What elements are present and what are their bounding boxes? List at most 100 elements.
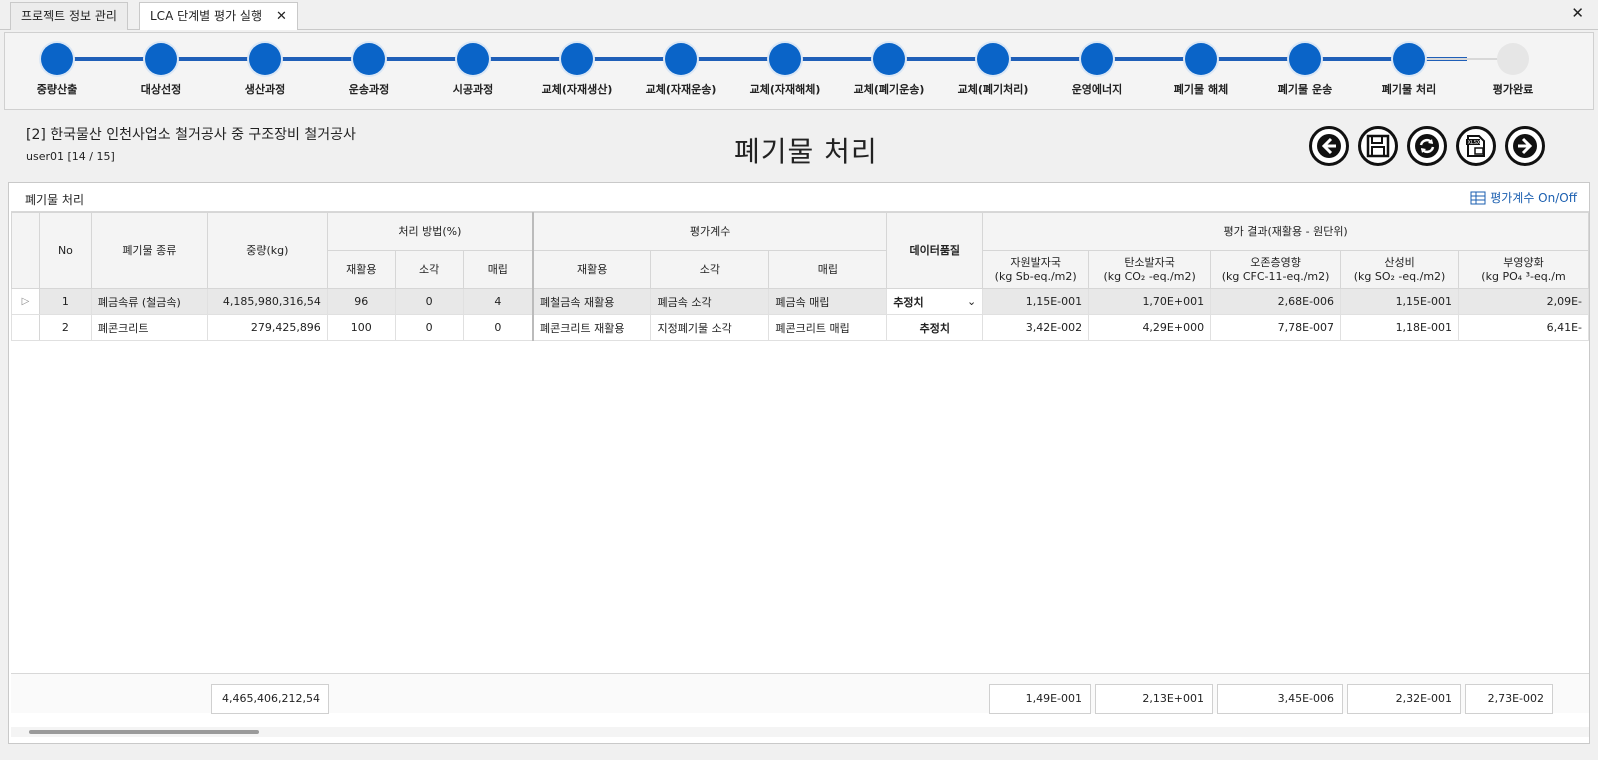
column-header-coef-recycle: 재활용 xyxy=(532,250,652,289)
tab-bar: 프로젝트 정보 관리 LCA 단계별 평가 실행 ✕ ✕ xyxy=(0,0,1598,30)
table-row[interactable]: 2 폐콘크리트 279,425,896 100 0 0 폐콘크리트 재활용 지정… xyxy=(11,314,1589,341)
cell-landfill[interactable]: 4 xyxy=(462,288,534,315)
step-dot xyxy=(1081,43,1113,75)
column-header-resource-footprint: 자원발자국 (kg Sb-eq./m2) xyxy=(982,250,1090,289)
step-item[interactable]: 생산과정 xyxy=(210,43,320,97)
step-label: 생산과정 xyxy=(244,83,286,96)
tab-label: LCA 단계별 평가 실행 xyxy=(150,9,262,23)
export-xlsx-button[interactable]: XLSX xyxy=(1456,126,1496,166)
cell-incinerate[interactable]: 0 xyxy=(394,288,464,315)
step-item[interactable]: 교체(폐기운송) xyxy=(834,43,944,97)
step-label: 교체(자재해체) xyxy=(749,83,821,96)
refresh-icon xyxy=(1415,134,1439,158)
scrollbar-thumb[interactable] xyxy=(29,730,259,734)
total-acid-rain: 2,32E-001 xyxy=(1347,684,1461,714)
chevron-down-icon[interactable]: ⌄ xyxy=(967,295,976,308)
step-label: 폐기물 처리 xyxy=(1381,83,1437,96)
step-dot xyxy=(249,43,281,75)
table-row[interactable]: ▷ 1 폐금속류 (철금속) 4,185,980,316,54 96 0 4 폐… xyxy=(11,288,1589,315)
previous-button[interactable] xyxy=(1309,126,1349,166)
row-indicator-header xyxy=(11,212,40,289)
step-item[interactable]: 평가완료 xyxy=(1458,43,1568,97)
cell-incinerate[interactable]: 0 xyxy=(394,314,464,341)
cell-landfill[interactable]: 0 xyxy=(462,314,534,341)
column-header-eutrophication: 부영양화 (kg PO₄ ³-eq./m xyxy=(1457,250,1589,289)
cell-carbon-footprint: 4,29E+000 xyxy=(1088,314,1212,341)
cell-coef-incinerate[interactable]: 폐금속 소각 xyxy=(650,288,770,315)
column-header-no: No xyxy=(38,212,92,289)
cell-acid-rain: 1,15E-001 xyxy=(1340,288,1459,315)
step-label: 시공과정 xyxy=(452,83,494,96)
step-dot xyxy=(1393,43,1425,75)
tab-project-info[interactable]: 프로젝트 정보 관리 xyxy=(10,2,128,30)
cell-waste-type[interactable]: 폐금속류 (철금속) xyxy=(90,288,208,315)
total-eutrophication: 2,73E-002 xyxy=(1465,684,1553,714)
step-item[interactable]: 폐기물 운송 xyxy=(1250,43,1360,97)
close-icon[interactable]: ✕ xyxy=(276,9,287,24)
cell-waste-type[interactable]: 폐콘크리트 xyxy=(90,314,208,341)
step-dot xyxy=(769,43,801,75)
total-ozone-impact: 3,45E-006 xyxy=(1217,684,1343,714)
step-dot xyxy=(873,43,905,75)
step-item[interactable]: 교체(자재생산) xyxy=(522,43,632,97)
total-resource-footprint: 1,49E-001 xyxy=(989,684,1091,714)
step-label: 교체(폐기처리) xyxy=(957,83,1029,96)
step-item[interactable]: 대상선정 xyxy=(106,43,216,97)
cell-no: 1 xyxy=(38,288,92,315)
tab-lca-evaluation[interactable]: LCA 단계별 평가 실행 ✕ xyxy=(139,2,298,30)
step-item[interactable]: 폐기물 처리 xyxy=(1354,43,1464,97)
cell-coef-landfill[interactable]: 폐금속 매립 xyxy=(768,288,888,315)
step-label: 교체(폐기운송) xyxy=(853,83,925,96)
cell-coef-recycle[interactable]: 폐철금속 재활용 xyxy=(532,288,652,315)
cell-eutrophication: 6,41E- xyxy=(1457,314,1589,341)
step-dot xyxy=(665,43,697,75)
column-group-results: 평가 결과(재활용 - 원단위) xyxy=(982,212,1589,251)
cell-weight[interactable]: 4,185,980,316,54 xyxy=(206,288,328,315)
data-quality-select[interactable]: 추정치 ⌄ xyxy=(886,288,984,315)
user-info: user01 [14 / 15] xyxy=(26,150,115,163)
cell-coef-incinerate[interactable]: 지정폐기물 소각 xyxy=(650,314,770,341)
page-title: 폐기물 처리 xyxy=(734,135,878,168)
step-item[interactable]: 중량산출 xyxy=(2,43,112,97)
cell-recycle[interactable]: 96 xyxy=(326,288,396,315)
step-label: 폐기물 운송 xyxy=(1277,83,1333,96)
step-item[interactable]: 폐기물 해체 xyxy=(1146,43,1256,97)
tab-label: 프로젝트 정보 관리 xyxy=(21,9,117,23)
column-header-coef-incinerate: 소각 xyxy=(650,250,770,289)
column-group-treatment-method: 처리 방법(%) xyxy=(326,212,534,251)
step-label: 중량산출 xyxy=(36,83,78,96)
step-item[interactable]: 운영에너지 xyxy=(1042,43,1152,97)
column-header-carbon-footprint: 탄소발자국 (kg CO₂ -eq./m2) xyxy=(1088,250,1212,289)
step-label: 평가완료 xyxy=(1492,83,1534,96)
cell-weight[interactable]: 279,425,896 xyxy=(206,314,328,341)
cell-data-quality[interactable]: 추정치 xyxy=(886,314,984,341)
cell-coef-recycle[interactable]: 폐콘크리트 재활용 xyxy=(532,314,652,341)
step-dot xyxy=(561,43,593,75)
arrow-left-icon xyxy=(1317,134,1341,158)
cell-resource-footprint: 1,15E-001 xyxy=(982,288,1090,315)
cell-eutrophication: 2,09E- xyxy=(1457,288,1589,315)
cell-no: 2 xyxy=(38,314,92,341)
step-item[interactable]: 시공과정 xyxy=(418,43,528,97)
step-dot xyxy=(41,43,73,75)
column-header-waste-type: 폐기물 종류 xyxy=(90,212,208,289)
step-dot xyxy=(1497,43,1529,75)
refresh-button[interactable] xyxy=(1407,126,1447,166)
step-item[interactable]: 교체(자재해체) xyxy=(730,43,840,97)
save-button[interactable] xyxy=(1358,126,1398,166)
window-close-icon[interactable]: ✕ xyxy=(1571,4,1584,22)
summary-row: 4,465,406,212,54 1,49E-001 2,13E+001 3,4… xyxy=(11,673,1589,714)
horizontal-scrollbar[interactable] xyxy=(11,727,1589,737)
coefficient-toggle-link[interactable]: 평가계수 On/Off xyxy=(1470,189,1577,206)
step-item[interactable]: 교체(자재운송) xyxy=(626,43,736,97)
cell-recycle[interactable]: 100 xyxy=(326,314,396,341)
step-label: 폐기물 해체 xyxy=(1173,83,1229,96)
next-button[interactable] xyxy=(1505,126,1545,166)
step-progress: 중량산출 대상선정 생산과정 운송과정 시공과정 교체(자재생산) 교체(자재운송) 교체(자… xyxy=(4,32,1594,110)
column-header-weight: 중량(kg) xyxy=(206,212,328,289)
step-item[interactable]: 운송과정 xyxy=(314,43,424,97)
cell-coef-landfill[interactable]: 폐콘크리트 매립 xyxy=(768,314,888,341)
step-item[interactable]: 교체(폐기처리) xyxy=(938,43,1048,97)
cell-ozone-impact: 7,78E-007 xyxy=(1210,314,1342,341)
step-dot xyxy=(977,43,1009,75)
